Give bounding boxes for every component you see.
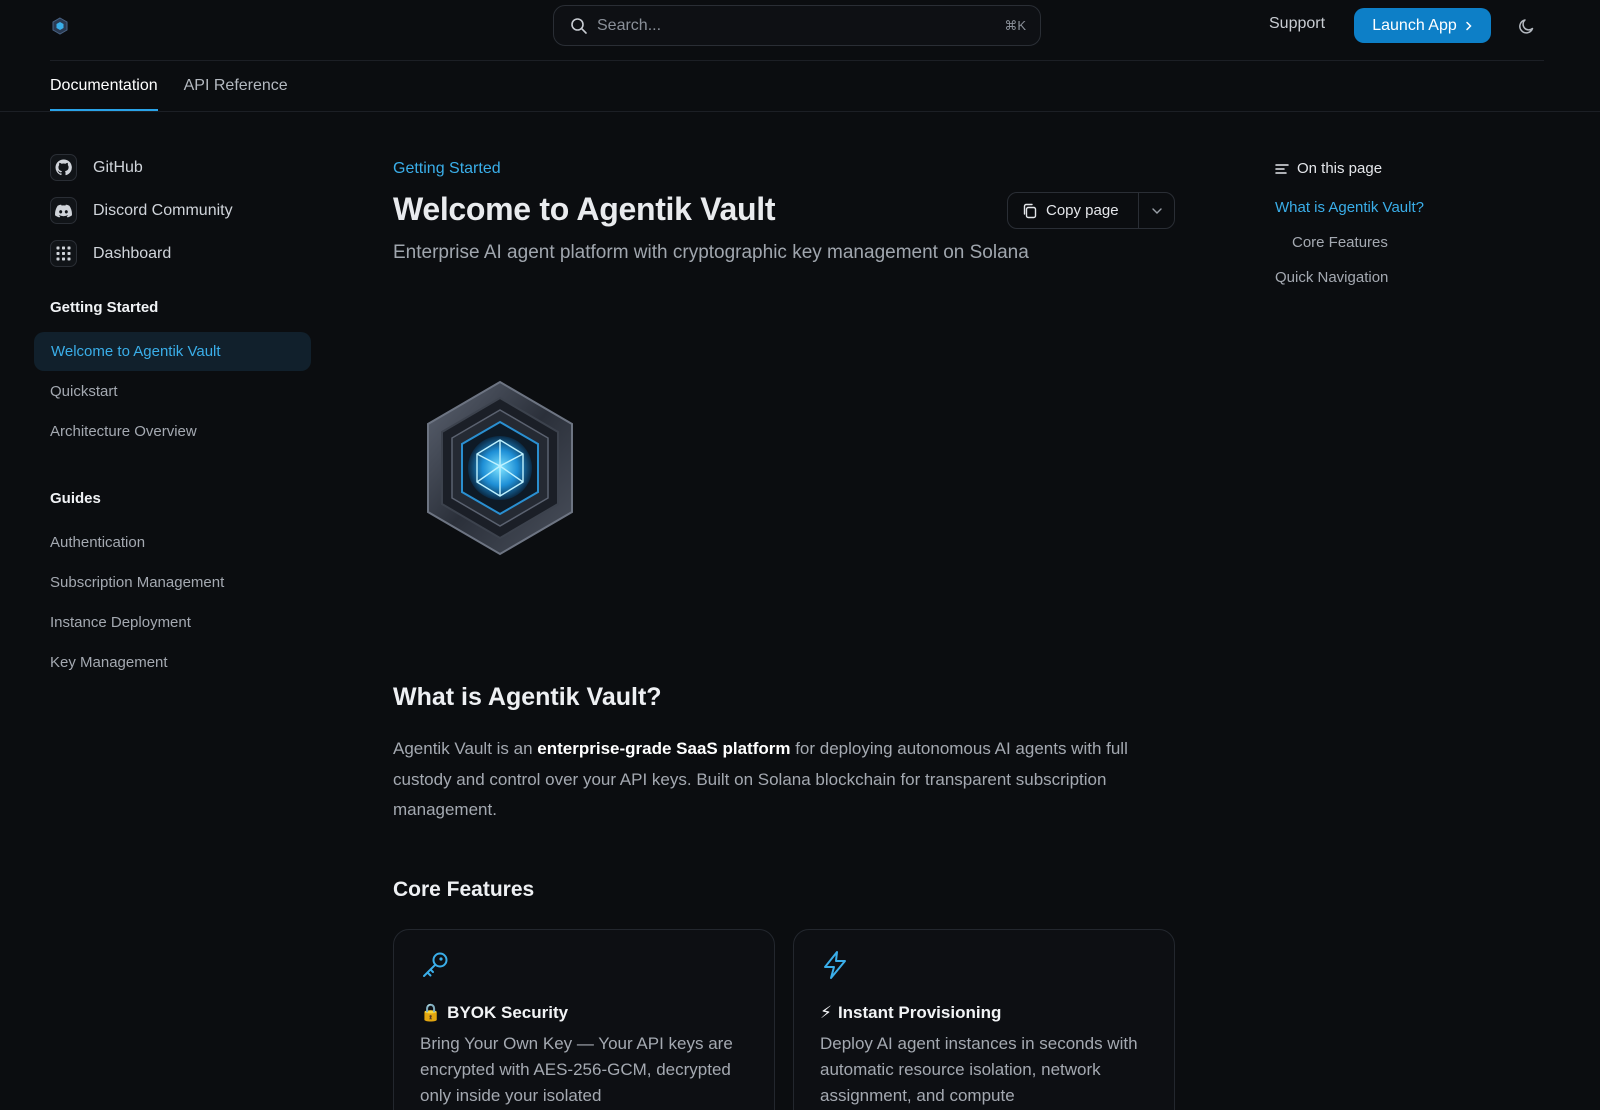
toc-item-what-is[interactable]: What is Agentik Vault?	[1275, 199, 1424, 216]
discord-icon-box	[50, 197, 77, 224]
copy-icon	[1023, 203, 1037, 218]
tab-documentation[interactable]: Documentation	[50, 61, 158, 111]
sidebar-item-quickstart[interactable]: Quickstart	[50, 383, 118, 400]
sidebar-link-github[interactable]: GitHub	[50, 146, 233, 189]
list-icon	[1275, 163, 1289, 174]
key-icon	[423, 952, 448, 977]
feature-card-title: 🔒 BYOK Security	[420, 1003, 748, 1023]
page-title: Welcome to Agentik Vault	[393, 191, 776, 227]
moon-icon[interactable]	[1517, 16, 1537, 36]
page-subtitle: Enterprise AI agent platform with crypto…	[393, 242, 1029, 263]
tab-bar: Documentation API Reference	[50, 61, 288, 111]
copy-options-dropdown[interactable]	[1139, 193, 1174, 228]
github-icon-box	[50, 154, 77, 181]
feature-card-title-text: Instant Provisioning	[837, 1003, 1002, 1022]
grid-icon-box	[50, 240, 77, 267]
logo-icon[interactable]	[50, 16, 70, 36]
sidebar-link-dashboard[interactable]: Dashboard	[50, 232, 233, 275]
discord-icon	[55, 204, 72, 218]
vault-hexagon-logo	[427, 380, 573, 556]
sidebar-item-welcome[interactable]: Welcome to Agentik Vault	[34, 332, 311, 371]
copy-page-button[interactable]: Copy page	[1008, 193, 1139, 228]
tab-api-reference[interactable]: API Reference	[184, 61, 288, 111]
feature-card-provisioning[interactable]: ⚡ Instant Provisioning Deploy AI agent i…	[793, 929, 1175, 1110]
lightning-icon	[824, 951, 846, 979]
intro-bold: enterprise-grade SaaS platform	[537, 739, 791, 758]
tabs-divider	[0, 111, 1600, 112]
section-heading-what-is: What is Agentik Vault?	[393, 683, 662, 711]
lightning-emoji-icon: ⚡	[820, 1003, 832, 1022]
search-icon	[571, 17, 587, 34]
feature-card-title-text: BYOK Security	[447, 1003, 569, 1022]
sidebar-item-subscription-management[interactable]: Subscription Management	[50, 574, 224, 591]
launch-app-button[interactable]: Launch App	[1354, 8, 1491, 43]
section-heading-core-features: Core Features	[393, 878, 535, 901]
intro-paragraph: Agentik Vault is an enterprise-grade Saa…	[393, 734, 1163, 826]
chevron-down-icon	[1151, 207, 1162, 214]
sidebar-group-guides: Guides	[50, 490, 101, 507]
sidebar-link-discord[interactable]: Discord Community	[50, 189, 233, 232]
chevron-right-icon	[1466, 21, 1472, 30]
support-link[interactable]: Support	[1269, 15, 1325, 33]
top-bar: Search... ⌘K Support Launch App	[0, 0, 1600, 60]
toc-item-quick-navigation[interactable]: Quick Navigation	[1275, 269, 1388, 286]
sidebar-item-instance-deployment[interactable]: Instance Deployment	[50, 614, 191, 631]
toc-item-core-features[interactable]: Core Features	[1292, 234, 1388, 251]
breadcrumb[interactable]: Getting Started	[393, 160, 501, 178]
feature-card-description: Bring Your Own Key — Your API keys are e…	[420, 1034, 733, 1105]
sidebar-item-authentication[interactable]: Authentication	[50, 534, 145, 551]
intro-lead: Agentik Vault is an	[393, 739, 538, 758]
copy-page-label: Copy page	[1046, 202, 1119, 219]
toc-heading: On this page	[1275, 160, 1382, 177]
sidebar-link-label: Dashboard	[93, 244, 172, 262]
grid-icon	[56, 246, 71, 261]
search-shortcut: ⌘K	[1004, 17, 1026, 33]
sidebar-links: GitHub Discord Community Dashboard	[50, 146, 233, 275]
sidebar-item-architecture-overview[interactable]: Architecture Overview	[50, 423, 197, 440]
toc-heading-label: On this page	[1297, 160, 1383, 177]
lock-emoji-icon: 🔒	[420, 1003, 442, 1022]
feature-card-description: Deploy AI agent instances in seconds wit…	[820, 1034, 1138, 1105]
copy-page-control: Copy page	[1007, 192, 1175, 229]
feature-card-title: ⚡ Instant Provisioning	[820, 1003, 1148, 1023]
sidebar-group-getting-started: Getting Started	[50, 299, 159, 316]
sidebar-link-label: Discord Community	[93, 201, 233, 219]
search-input[interactable]: Search... ⌘K	[553, 5, 1041, 46]
sidebar-item-key-management[interactable]: Key Management	[50, 654, 168, 671]
sidebar-link-label: GitHub	[93, 158, 143, 176]
feature-card-byok[interactable]: 🔒 BYOK Security Bring Your Own Key — You…	[393, 929, 775, 1110]
github-icon	[55, 159, 72, 176]
launch-app-label: Launch App	[1372, 16, 1457, 34]
search-placeholder: Search...	[597, 16, 662, 34]
